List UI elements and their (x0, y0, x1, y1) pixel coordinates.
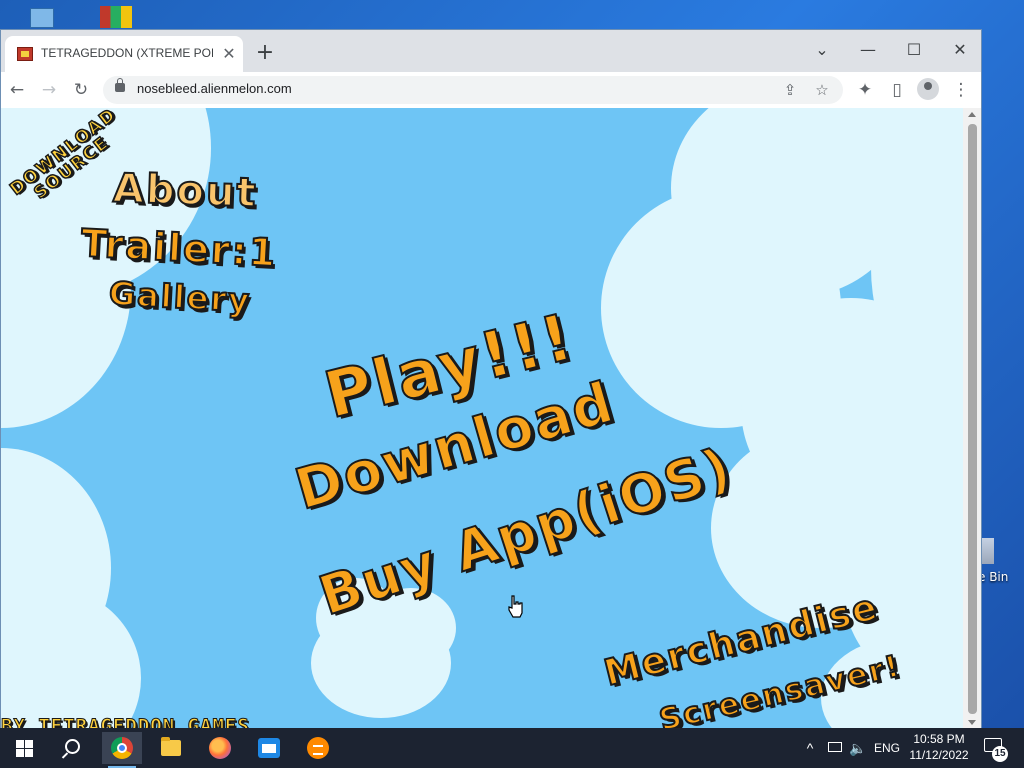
clock-time: 10:58 PM (913, 732, 965, 746)
footer-credit[interactable]: BY TETRAGEDDON GAMES (1, 715, 250, 730)
notification-badge: 15 (992, 746, 1008, 762)
gallery-link[interactable]: Gallery (107, 273, 253, 320)
tab-close-icon[interactable]: ✕ (219, 44, 239, 64)
taskbar: ^ 🔈 ENG 10:58 PM 11/12/2022 15 (0, 728, 1024, 768)
language-indicator[interactable]: ENG (872, 728, 902, 768)
recycle-bin-label[interactable]: e Bin (978, 570, 1008, 584)
clock[interactable]: 10:58 PM 11/12/2022 (900, 731, 978, 763)
search-icon[interactable] (52, 732, 92, 764)
extensions-icon[interactable]: ✦ (853, 78, 877, 102)
new-tab-button[interactable]: + (253, 42, 277, 66)
volume-icon[interactable]: 🔈 (848, 728, 868, 768)
side-panel-icon[interactable]: ▯ (885, 78, 909, 102)
profile-avatar[interactable] (917, 78, 939, 100)
tab-title: TETRAGEDDON (XTREME POLYGON (41, 46, 213, 60)
scroll-up-arrow[interactable] (968, 112, 976, 117)
back-button[interactable]: ← (5, 78, 29, 102)
desktop-computer-icon[interactable] (30, 8, 54, 28)
desktop-app-icon[interactable] (100, 6, 132, 28)
share-icon[interactable]: ⇪ (779, 79, 801, 101)
lock-icon[interactable] (115, 78, 125, 92)
network-icon[interactable] (824, 728, 846, 768)
scroll-down-arrow[interactable] (968, 720, 976, 725)
menu-icon[interactable]: ⋮ (949, 78, 973, 102)
tab-active[interactable]: TETRAGEDDON (XTREME POLYGON ✕ (5, 36, 243, 72)
start-icon[interactable] (4, 732, 44, 764)
page-viewport: DOWNLOAD SOURCE About Trailer:1 Gallery … (1, 108, 963, 729)
scroll-thumb[interactable] (968, 124, 977, 714)
address-bar[interactable]: nosebleed.alienmelon.com ⇪ ☆ (103, 76, 843, 104)
bookmark-star-icon[interactable]: ☆ (811, 79, 833, 101)
about-link[interactable]: About (111, 164, 259, 217)
browser-window: TETRAGEDDON (XTREME POLYGON ✕ + ⌄ — ☐ ✕ … (0, 29, 982, 729)
tab-search-button[interactable]: ⌄ (799, 36, 845, 64)
clock-date: 11/12/2022 (909, 748, 969, 762)
sandbox-icon[interactable] (249, 732, 289, 764)
chrome-icon[interactable] (102, 732, 142, 768)
firefox-icon[interactable] (200, 732, 240, 764)
tray-chevron-icon[interactable]: ^ (800, 728, 820, 768)
sublime-icon[interactable] (298, 732, 338, 764)
recycle-bin-icon[interactable] (980, 538, 994, 564)
toolbar: ← → ↻ nosebleed.alienmelon.com ⇪ ☆ ✦ ▯ ⋮ (1, 72, 981, 109)
forward-button[interactable]: → (37, 78, 61, 102)
tab-favicon (17, 47, 33, 61)
hand-cursor-icon (508, 595, 523, 618)
close-button[interactable]: ✕ (937, 36, 983, 64)
tab-bar: TETRAGEDDON (XTREME POLYGON ✕ + ⌄ — ☐ ✕ (1, 30, 981, 72)
minimize-button[interactable]: — (845, 36, 891, 64)
url-text[interactable]: nosebleed.alienmelon.com (137, 81, 292, 96)
file-explorer-icon[interactable] (151, 732, 191, 764)
reload-button[interactable]: ↻ (69, 78, 93, 102)
page-scrollbar[interactable] (963, 108, 981, 729)
maximize-button[interactable]: ☐ (891, 36, 937, 64)
